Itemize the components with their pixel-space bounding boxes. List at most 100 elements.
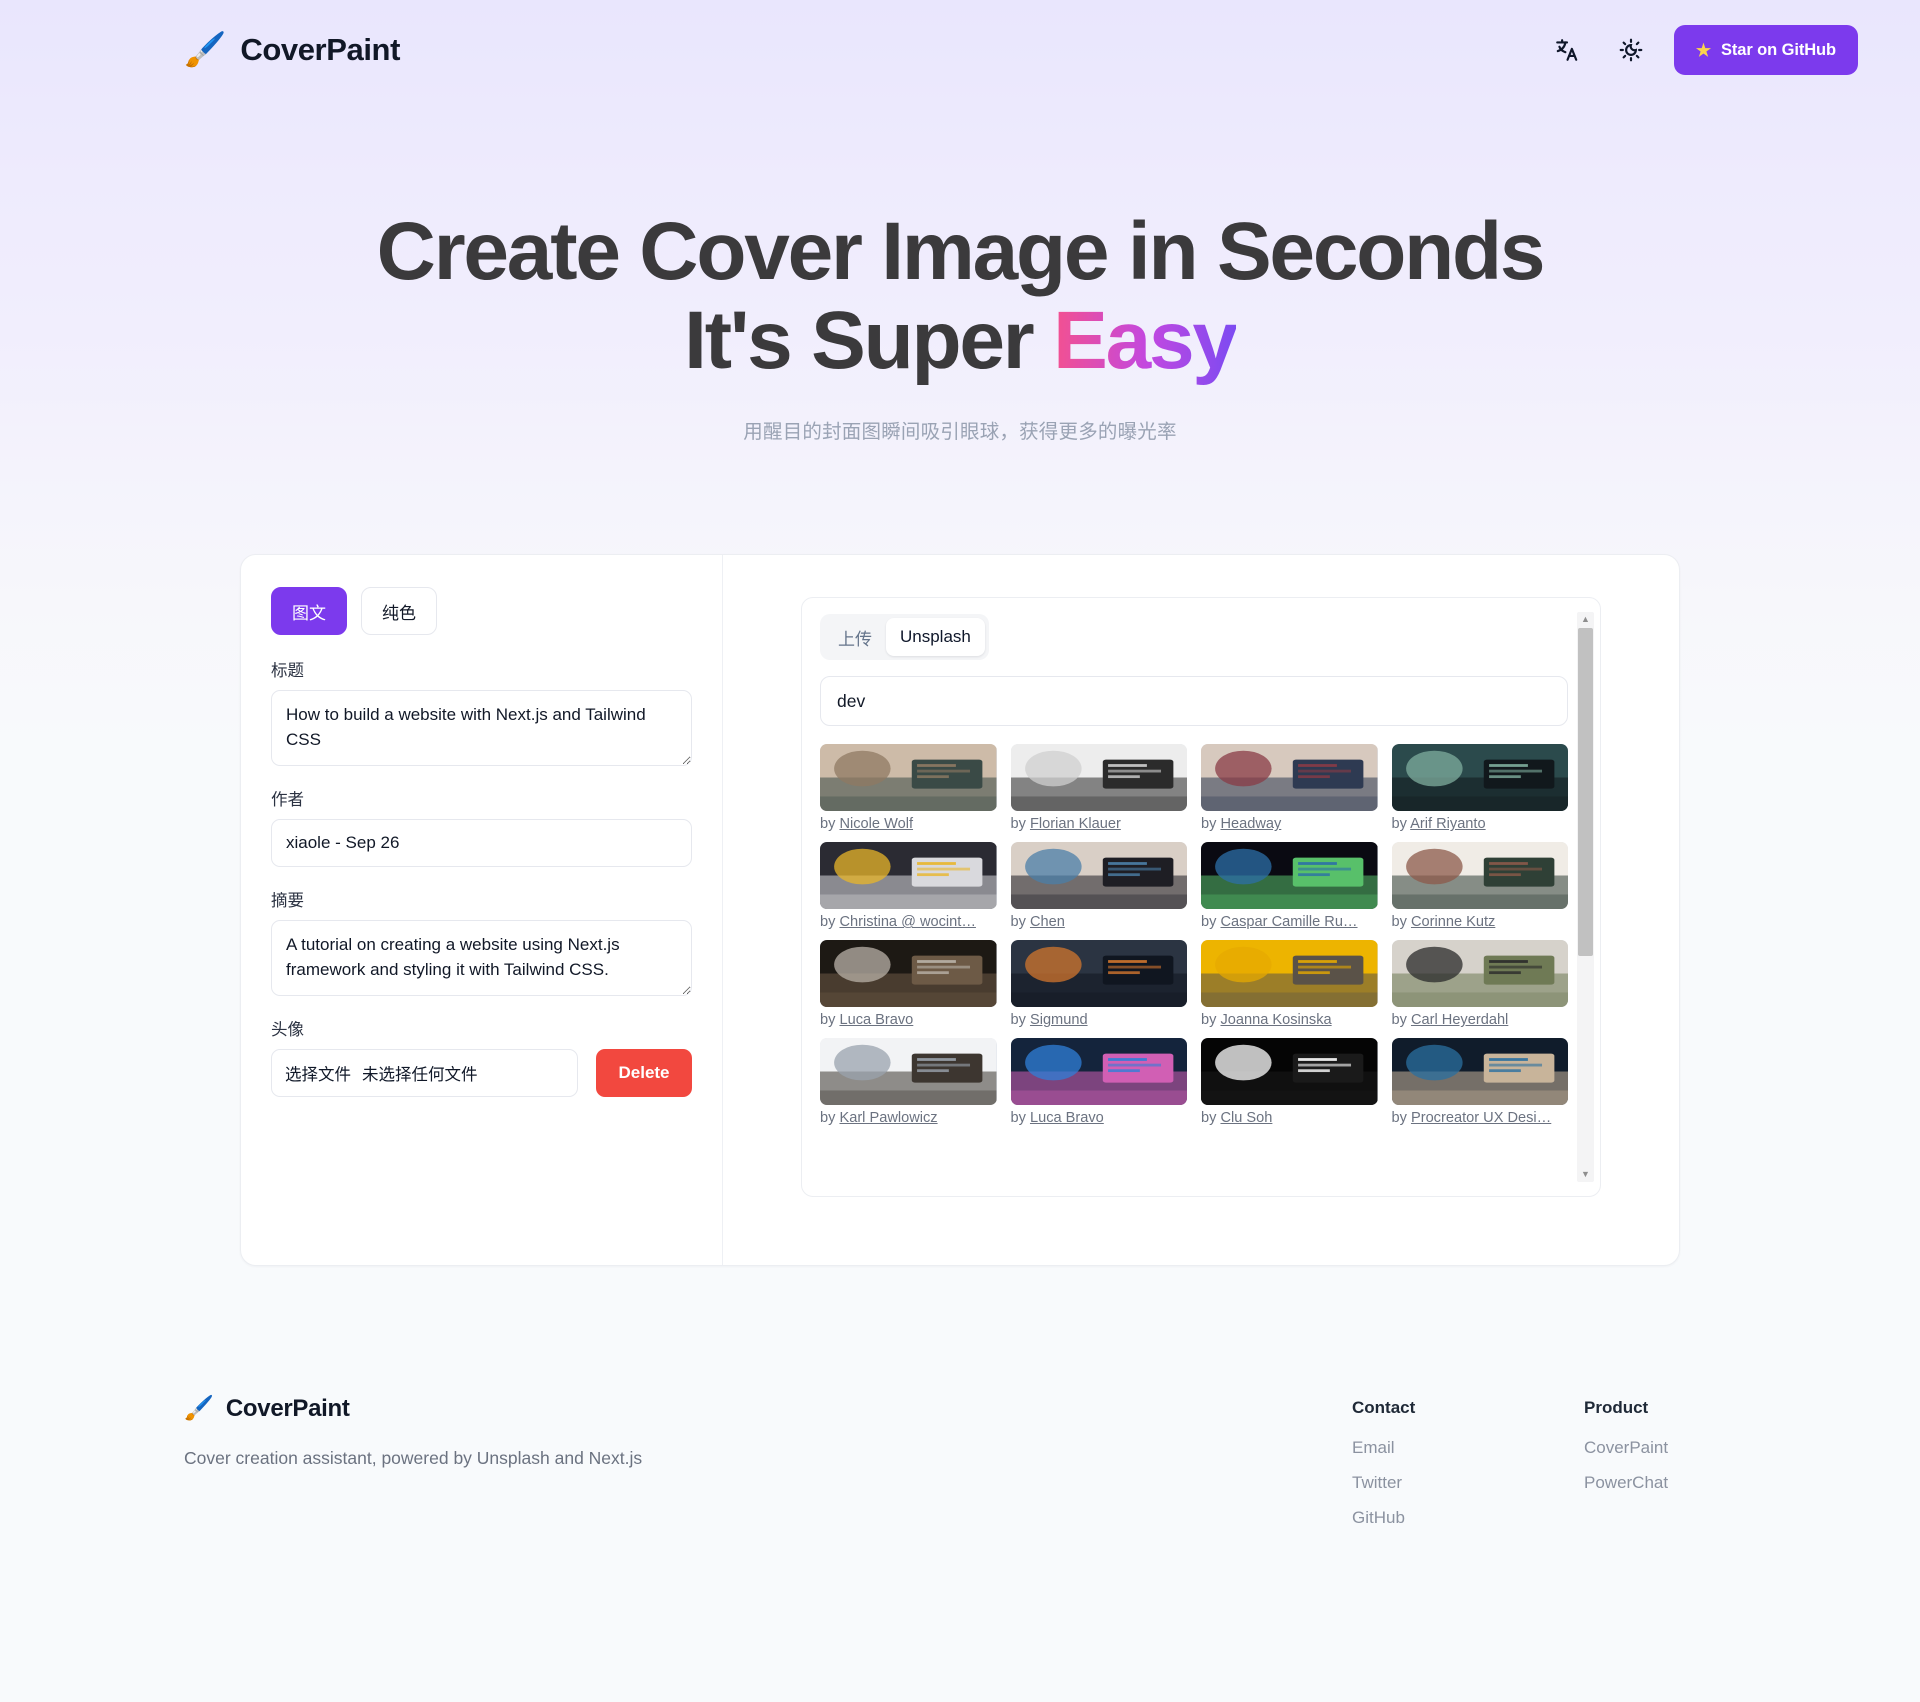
photo-author-link[interactable]: Caspar Camille Ru… xyxy=(1220,914,1357,930)
photo-credit: by Luca Bravo xyxy=(1011,1110,1188,1126)
unsplash-photo-item[interactable]: by Corinne Kutz xyxy=(1391,842,1568,930)
photo-author-link[interactable]: Joanna Kosinska xyxy=(1220,1012,1331,1028)
unsplash-photo-item[interactable]: by Luca Bravo xyxy=(820,940,997,1028)
photo-thumbnail[interactable] xyxy=(1391,744,1568,812)
photo-author-link[interactable]: Florian Klauer xyxy=(1030,816,1121,832)
unsplash-photo-item[interactable]: by Procreator UX Desi… xyxy=(1391,1038,1568,1126)
tab-unsplash[interactable]: Unsplash xyxy=(886,618,985,657)
photo-author-link[interactable]: Procreator UX Desi… xyxy=(1411,1110,1551,1126)
photo-thumbnail[interactable] xyxy=(1010,842,1187,910)
site-header: 🖌️ CoverPaint ★ Star on GitHub xyxy=(0,0,1920,100)
photo-thumbnail[interactable] xyxy=(820,1038,997,1106)
sun-theme-icon[interactable] xyxy=(1610,29,1652,71)
unsplash-photo-item[interactable]: by Nicole Wolf xyxy=(820,744,997,832)
avatar-file-input[interactable]: 选择文件 未选择任何文件 xyxy=(271,1049,578,1098)
unsplash-photo-item[interactable]: by Carl Heyerdahl xyxy=(1391,940,1569,1028)
hero-title-plain: It's Super xyxy=(684,294,1054,386)
scroll-down-arrow-icon[interactable]: ▼ xyxy=(1581,1170,1590,1179)
photo-credit: by Nicole Wolf xyxy=(820,816,997,832)
scroll-up-arrow-icon[interactable]: ▲ xyxy=(1581,615,1590,624)
photo-credit: by Arif Riyanto xyxy=(1392,816,1569,832)
title-input[interactable] xyxy=(271,690,692,767)
avatar-field-group: 头像 选择文件 未选择任何文件 Delete xyxy=(271,1016,692,1098)
photo-author-link[interactable]: Carl Heyerdahl xyxy=(1411,1012,1508,1028)
photo-credit: by Chen xyxy=(1011,914,1188,930)
photo-author-link[interactable]: Corinne Kutz xyxy=(1411,914,1495,930)
author-input[interactable] xyxy=(271,819,692,868)
title-field-group: 标题 xyxy=(271,657,692,767)
delete-button[interactable]: Delete xyxy=(596,1049,692,1098)
image-picker-content: 上传 Unsplash by Nicole Wolf by Florian Kl… xyxy=(820,614,1586,1182)
photo-credit-prefix: by xyxy=(820,1110,840,1127)
photo-thumbnail[interactable] xyxy=(1201,940,1378,1008)
unsplash-photo-item[interactable]: by Karl Pawlowicz xyxy=(820,1038,997,1126)
photo-thumbnail[interactable] xyxy=(820,744,997,812)
summary-input[interactable] xyxy=(271,920,692,997)
translate-icon[interactable] xyxy=(1546,29,1588,71)
scrollbar-thumb[interactable] xyxy=(1578,628,1593,957)
photo-thumbnail[interactable] xyxy=(820,940,997,1008)
photo-thumbnail[interactable] xyxy=(1010,940,1187,1008)
photo-thumbnail[interactable] xyxy=(1010,744,1187,812)
unsplash-photo-item[interactable]: by Luca Bravo xyxy=(1010,1038,1188,1126)
unsplash-photo-item[interactable]: by Headway xyxy=(1201,744,1378,832)
photo-author-link[interactable]: Luca Bravo xyxy=(839,1012,913,1028)
photo-thumbnail[interactable] xyxy=(1201,744,1378,812)
tab-upload[interactable]: 上传 xyxy=(824,618,886,656)
summary-field-group: 摘要 xyxy=(271,887,692,997)
footer-brand-block: 🖌️ CoverPaint Cover creation assistant, … xyxy=(184,1394,642,1702)
unsplash-photo-item[interactable]: by Joanna Kosinska xyxy=(1201,940,1378,1028)
mode-tab-solid-color[interactable]: 纯色 xyxy=(361,587,437,636)
photo-author-link[interactable]: Karl Pawlowicz xyxy=(839,1110,937,1126)
page-title: Create Cover Image in Seconds It's Super… xyxy=(0,207,1920,386)
unsplash-photo-item[interactable]: by Sigmund xyxy=(1010,940,1187,1028)
star-icon: ★ xyxy=(1695,40,1711,60)
unsplash-photo-item[interactable]: by Chen xyxy=(1010,842,1188,930)
footer-link[interactable]: Email xyxy=(1352,1438,1488,1458)
footer-brand[interactable]: 🖌️ CoverPaint xyxy=(184,1394,642,1423)
hero-title-line-2: It's Super Easy xyxy=(0,294,1920,386)
photo-thumbnail[interactable] xyxy=(1010,1038,1187,1106)
unsplash-photo-item[interactable]: by Clu Soh xyxy=(1201,1038,1378,1126)
scrollbar-track[interactable] xyxy=(1578,628,1593,1166)
site-footer: 🖌️ CoverPaint Cover creation assistant, … xyxy=(0,1342,1920,1702)
footer-link[interactable]: PowerChat xyxy=(1584,1473,1720,1493)
photo-credit: by Carl Heyerdahl xyxy=(1392,1012,1569,1028)
photo-author-link[interactable]: Sigmund xyxy=(1030,1012,1088,1028)
photo-author-link[interactable]: Christina @ wocint… xyxy=(839,914,975,930)
photo-author-link[interactable]: Headway xyxy=(1220,816,1281,832)
avatar-label: 头像 xyxy=(271,1021,304,1040)
choose-file-button-label: 选择文件 xyxy=(285,1066,351,1085)
footer-column-title: Contact xyxy=(1352,1398,1416,1417)
mode-tab-image-text[interactable]: 图文 xyxy=(271,587,347,636)
unsplash-photo-grid: by Nicole Wolf by Florian Klauer by Head… xyxy=(820,744,1568,1126)
paintbrush-icon: 🖌️ xyxy=(184,1395,214,1422)
image-picker: 上传 Unsplash by Nicole Wolf by Florian Kl… xyxy=(801,597,1601,1198)
footer-link[interactable]: CoverPaint xyxy=(1584,1438,1720,1458)
file-status-text: 未选择任何文件 xyxy=(362,1066,478,1085)
star-on-github-button[interactable]: ★ Star on GitHub xyxy=(1673,25,1858,75)
photo-thumbnail[interactable] xyxy=(1391,1038,1568,1106)
unsplash-photo-item[interactable]: by Christina @ wocint… xyxy=(820,842,997,930)
footer-link[interactable]: Twitter xyxy=(1352,1473,1488,1493)
photo-author-link[interactable]: Arif Riyanto xyxy=(1410,816,1485,832)
brand-logo[interactable]: 🖌️ CoverPaint xyxy=(184,32,400,68)
photo-credit: by Clu Soh xyxy=(1201,1110,1378,1126)
unsplash-photo-item[interactable]: by Florian Klauer xyxy=(1010,744,1187,832)
unsplash-photo-item[interactable]: by Arif Riyanto xyxy=(1391,744,1569,832)
footer-link[interactable]: GitHub xyxy=(1352,1508,1488,1528)
photo-thumbnail[interactable] xyxy=(1201,842,1378,910)
photo-thumbnail[interactable] xyxy=(1391,940,1568,1008)
editor-card: 图文 纯色 标题 作者 摘要 头像 选择文件 未选择任何文 xyxy=(240,554,1680,1267)
photo-thumbnail[interactable] xyxy=(1201,1038,1378,1106)
photo-thumbnail[interactable] xyxy=(820,842,997,910)
unsplash-search-input[interactable] xyxy=(820,676,1568,727)
photo-author-link[interactable]: Luca Bravo xyxy=(1030,1110,1104,1126)
photo-author-link[interactable]: Clu Soh xyxy=(1220,1110,1272,1126)
photo-author-link[interactable]: Chen xyxy=(1030,914,1065,930)
photo-thumbnail[interactable] xyxy=(1391,842,1568,910)
picker-scrollbar[interactable]: ▲ ▼ xyxy=(1577,612,1594,1183)
photo-author-link[interactable]: Nicole Wolf xyxy=(839,816,913,832)
github-button-label: Star on GitHub xyxy=(1720,40,1836,59)
unsplash-photo-item[interactable]: by Caspar Camille Ru… xyxy=(1201,842,1378,930)
